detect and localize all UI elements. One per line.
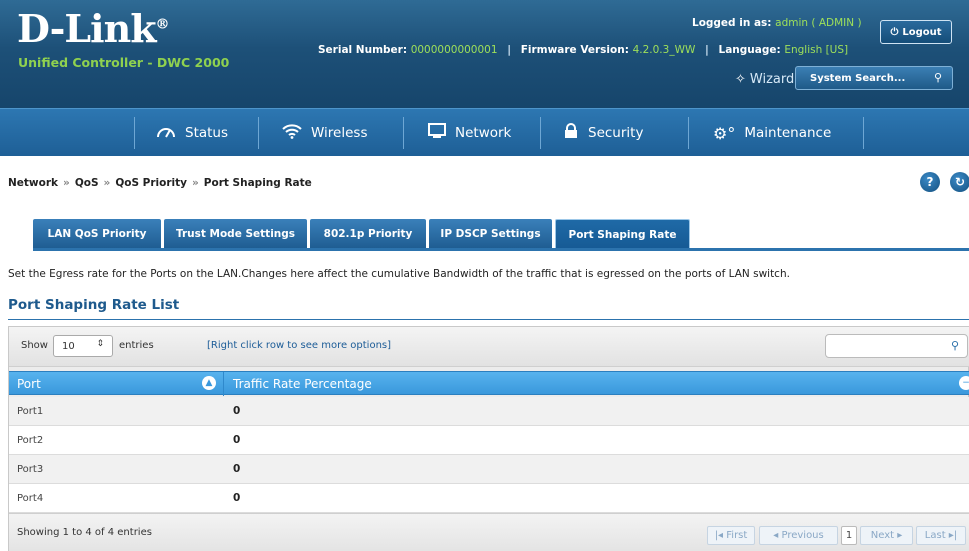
collapse-icon[interactable]: − [959,376,969,390]
last-icon: ▸| [945,530,958,541]
firmware-version: 4.2.0.3_WW [632,44,696,56]
search-icon[interactable]: ⚲ [951,339,959,352]
lock-icon [563,123,579,143]
breadcrumb-qos[interactable]: QoS [75,177,99,189]
column-traffic-rate[interactable]: Traffic Rate Percentage [233,372,372,396]
last-page-button[interactable]: Last ▸| [916,526,966,545]
device-info: Serial Number: 0000000000001 | Firmware … [318,44,849,56]
tab-8021p-priority[interactable]: 802.1p Priority [310,219,426,248]
gauge-icon [156,124,176,142]
sort-up-icon[interactable]: ▲ [202,376,216,390]
entries-summary: Showing 1 to 4 of 4 entries [17,527,152,538]
section-title: Port Shaping Rate List [8,297,180,313]
table-header: Port ▲ Traffic Rate Percentage − [9,371,969,396]
table-row[interactable]: Port3 0 [9,455,969,484]
table-toolbar: Show 10 ⇕ entries [Right click row to se… [9,327,969,367]
context-hint: [Right click row to see more options] [207,340,392,351]
logged-in-user: admin ( ADMIN ) [775,17,862,29]
breadcrumb: Network» QoS» QoS Priority» Port Shaping Ra… [8,177,312,189]
breadcrumb-qos-priority[interactable]: QoS Priority [115,177,187,189]
entries-per-page-select[interactable]: 10 ⇕ [53,335,113,357]
first-page-button[interactable]: |◂ First [707,526,755,545]
system-search-input[interactable]: System Search... ⚲ [795,66,953,90]
top-header: D-Link® Unified Controller - DWC 2000 Lo… [0,0,969,108]
previous-page-button[interactable]: ◂ Previous [759,526,838,545]
first-icon: |◂ [714,530,727,541]
table-row[interactable]: Port1 0 [9,397,969,426]
tab-underline [33,248,969,251]
gears-icon: ⚙° [713,123,736,143]
nav-wireless[interactable]: Wireless [282,109,368,157]
tab-port-shaping-rate[interactable]: Port Shaping Rate [555,219,690,249]
tab-ip-dscp-settings[interactable]: IP DSCP Settings [429,219,552,248]
nav-maintenance[interactable]: ⚙° Maintenance [713,109,831,157]
tab-lan-qos-priority[interactable]: LAN QoS Priority [33,219,161,248]
table-row[interactable]: Port4 0 [9,484,969,513]
search-icon[interactable]: ⚲ [934,71,942,84]
breadcrumb-network[interactable]: Network [8,177,58,189]
page-number-button[interactable]: 1 [841,526,857,545]
page-description: Set the Egress rate for the Ports on the… [8,268,790,280]
wizard-link[interactable]: ✧ Wizard [735,72,794,87]
monitor-icon [428,123,446,143]
nav-security[interactable]: Security [563,109,643,157]
table-footer: Showing 1 to 4 of 4 entries |◂ First ◂ P… [9,513,969,551]
power-icon: ⏻ [890,26,899,38]
spinner-icon: ⇕ [96,339,104,349]
nav-network[interactable]: Network [428,109,511,157]
wand-icon: ✧ [735,72,746,87]
language-select[interactable]: English [US] [784,44,848,56]
help-icon[interactable]: ? [920,172,940,192]
table-search-input[interactable]: ⚲ [825,334,968,358]
product-subtitle: Unified Controller - DWC 2000 [18,55,230,70]
logout-button[interactable]: ⏻ Logout [880,20,952,44]
tab-trust-mode-settings[interactable]: Trust Mode Settings [164,219,307,248]
next-page-button[interactable]: Next ▸ [860,526,913,545]
table-row[interactable]: Port2 0 [9,426,969,455]
port-shaping-table: Show 10 ⇕ entries [Right click row to se… [8,326,969,551]
logged-in-info: Logged in as: admin ( ADMIN ) [692,17,862,29]
serial-number: 0000000000001 [410,44,498,56]
main-nav: Status Wireless Network Security ⚙° Main… [0,108,969,156]
previous-icon: ◂ [773,530,782,541]
nav-status[interactable]: Status [156,109,228,157]
next-icon: ▸ [894,530,903,541]
refresh-icon[interactable]: ↻ [950,172,969,192]
breadcrumb-current: Port Shaping Rate [203,177,312,189]
dlink-logo: D-Link® [17,6,170,51]
wifi-icon [282,123,302,143]
column-port[interactable]: Port [17,372,41,396]
